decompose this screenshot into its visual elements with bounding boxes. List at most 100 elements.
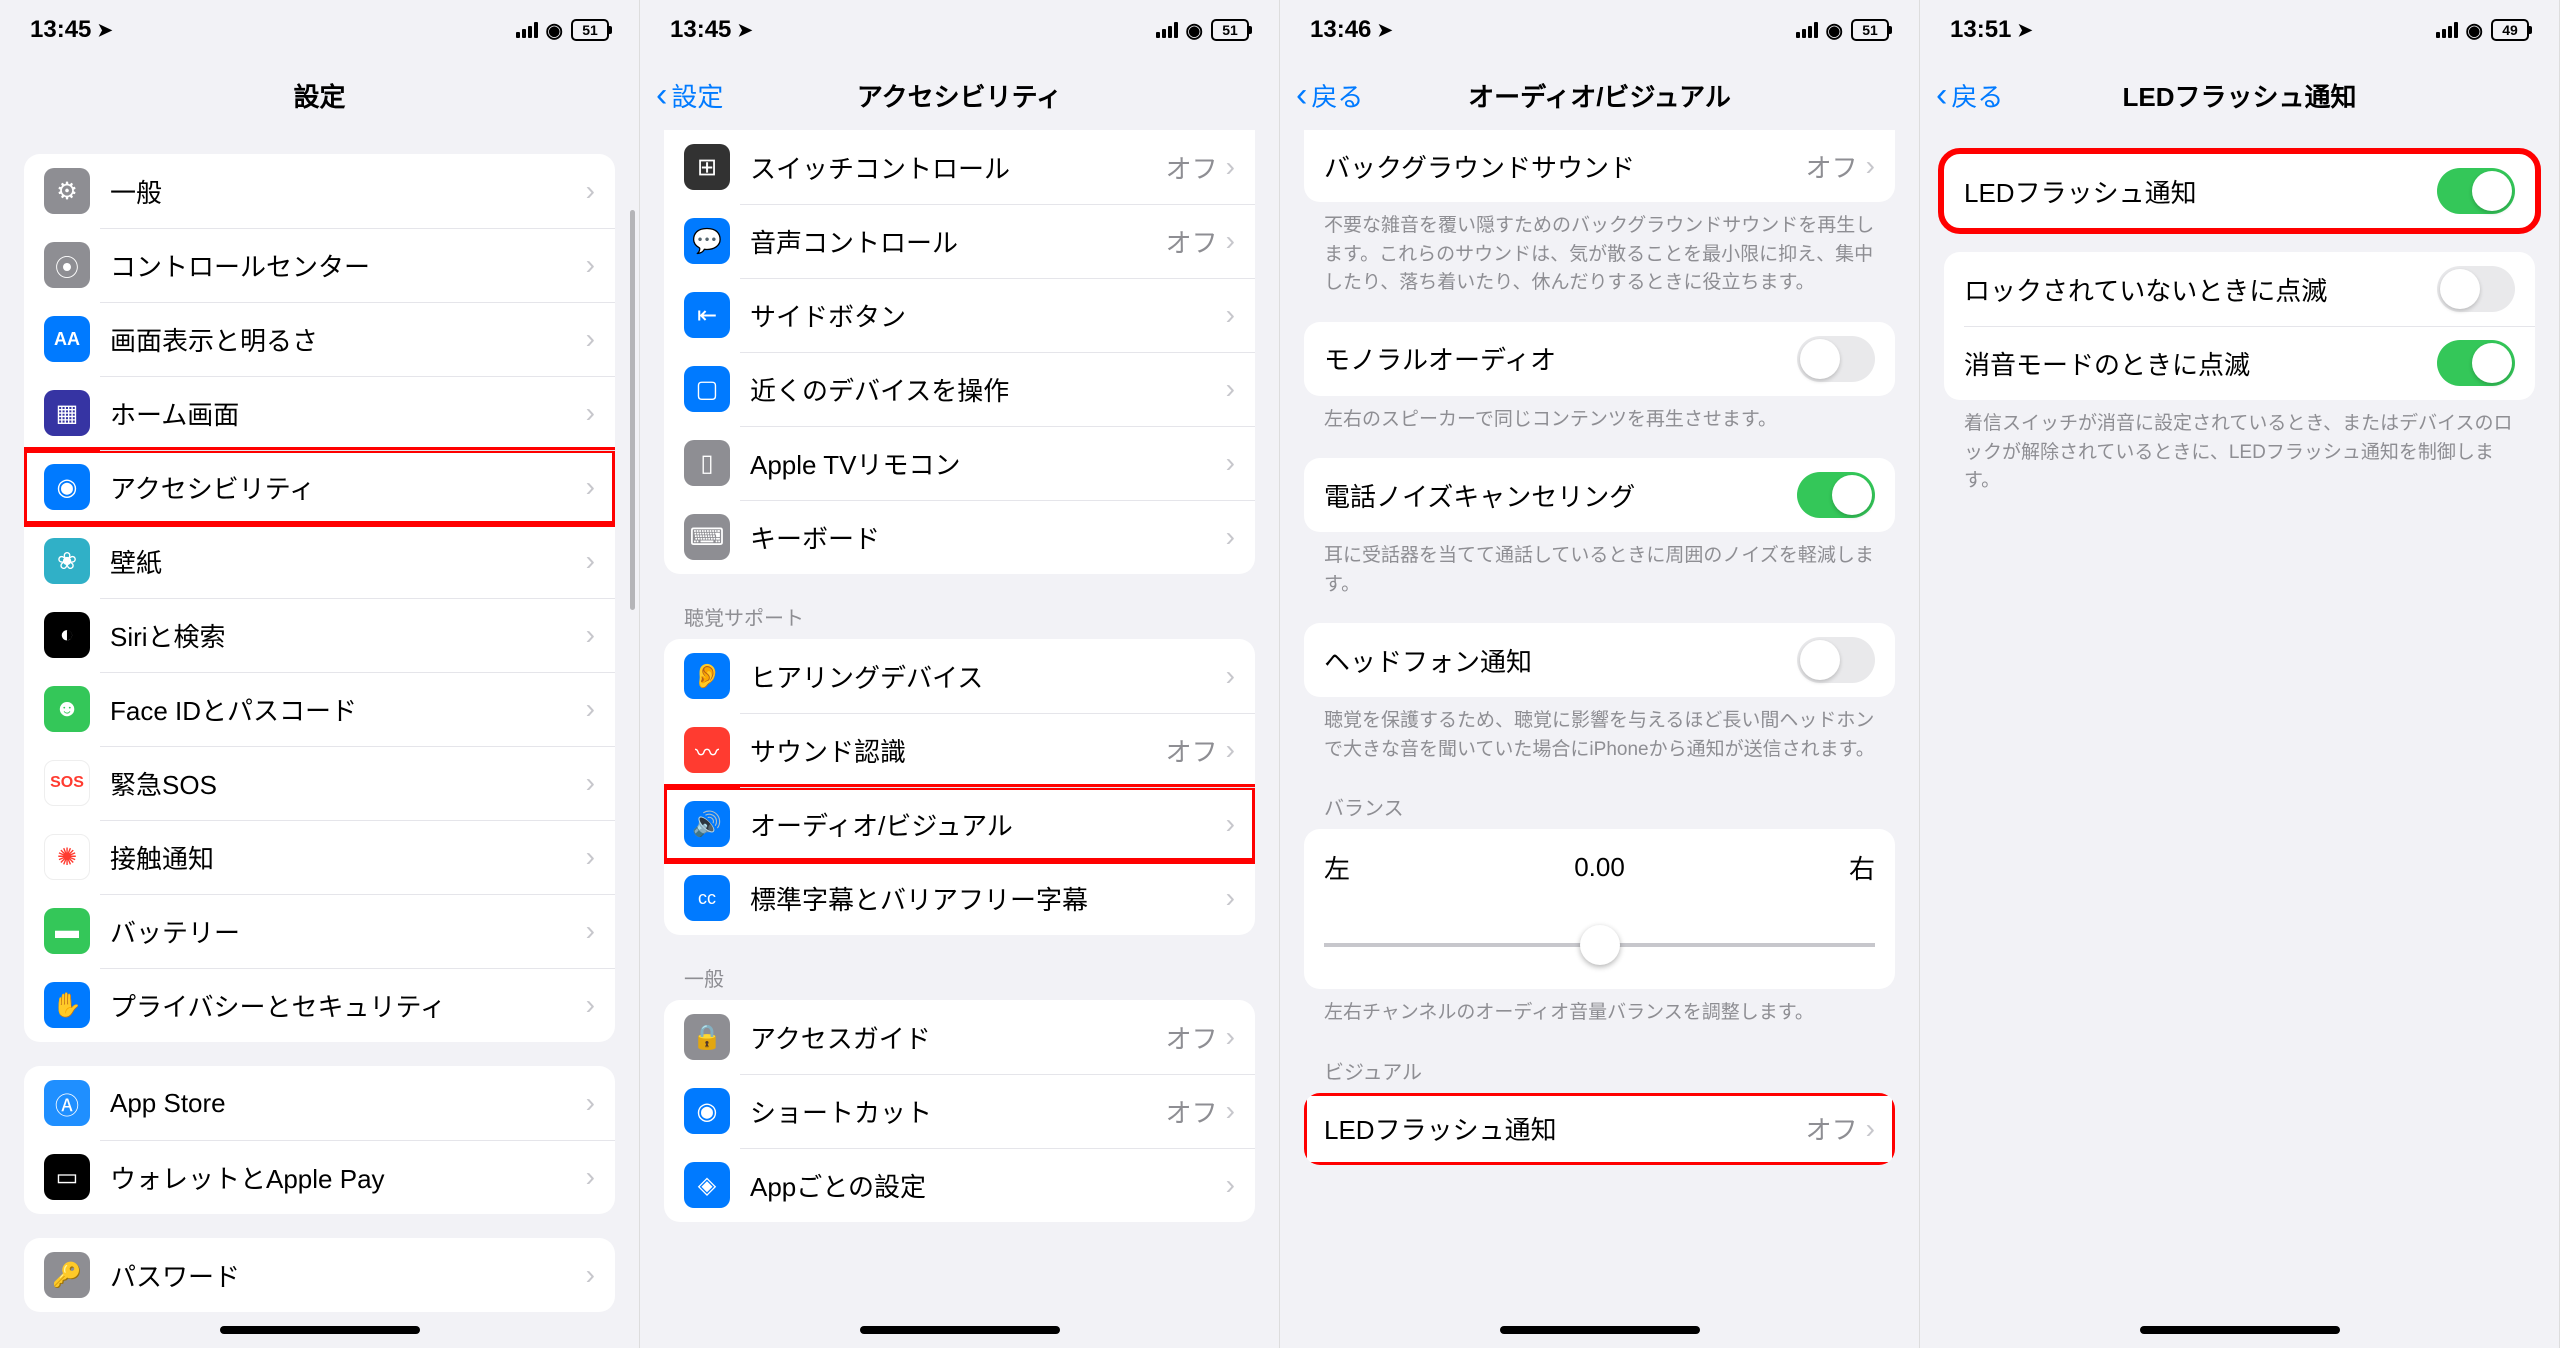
- row-headphone-notif[interactable]: ヘッドフォン通知: [1304, 623, 1895, 697]
- grid-icon: ▦: [44, 390, 90, 436]
- status-bar: 13:51 ➤ ◉ 49: [1920, 0, 2559, 60]
- group-noise-cancel: 電話ノイズキャンセリング: [1304, 458, 1895, 532]
- chevron-left-icon: ‹: [1296, 78, 1307, 112]
- home-indicator[interactable]: [2140, 1326, 2340, 1334]
- nav-bar: ‹ 設定 アクセシビリティ: [640, 60, 1279, 130]
- appstore-icon: Ⓐ: [44, 1080, 90, 1126]
- row-nearby-devices[interactable]: ▢ 近くのデバイスを操作 ›: [664, 352, 1255, 426]
- chevron-right-icon: ›: [1226, 447, 1235, 479]
- group-hearing: 👂 ヒアリングデバイス › 〰 サウンド認識 オフ › 🔊 オーディオ/ビジュア…: [664, 639, 1255, 935]
- group-headphone: ヘッドフォン通知: [1304, 623, 1895, 697]
- balance-slider[interactable]: [1324, 943, 1875, 947]
- row-keyboard[interactable]: ⌨ キーボード ›: [664, 500, 1255, 574]
- chevron-right-icon: ›: [1226, 660, 1235, 692]
- chevron-right-icon: ›: [1866, 1113, 1875, 1145]
- row-hearing-devices[interactable]: 👂 ヒアリングデバイス ›: [664, 639, 1255, 713]
- home-indicator[interactable]: [1500, 1326, 1700, 1334]
- wave-icon: 〰: [684, 727, 730, 773]
- toggle-led-flash[interactable]: [2437, 168, 2515, 214]
- battery-icon: 51: [1211, 19, 1249, 41]
- toggle-mono[interactable]: [1797, 336, 1875, 382]
- status-bar: 13:45 ➤ ◉ 51: [0, 0, 639, 60]
- chevron-right-icon: ›: [586, 915, 595, 947]
- row-wallpaper[interactable]: ❀ 壁紙 ›: [24, 524, 615, 598]
- row-shortcut[interactable]: ◉ ショートカット オフ ›: [664, 1074, 1255, 1148]
- screen-accessibility: 13:45 ➤ ◉ 51 ‹ 設定 アクセシビリティ ⊞ スイッチコントロール …: [640, 0, 1280, 1348]
- wifi-icon: ◉: [1826, 18, 1843, 43]
- row-control-center[interactable]: ⦿ コントロールセンター ›: [24, 228, 615, 302]
- back-button[interactable]: ‹ 戻る: [1296, 77, 1363, 114]
- section-header-balance: バランス: [1304, 764, 1895, 829]
- slider-thumb[interactable]: [1580, 925, 1620, 965]
- audio-visual-content: バックグラウンドサウンド オフ › 不要な雑音を覆い隠すためのバックグラウンドサ…: [1280, 130, 1919, 1348]
- chevron-right-icon: ›: [1226, 373, 1235, 405]
- row-exposure[interactable]: ✺ 接触通知 ›: [24, 820, 615, 894]
- chevron-right-icon: ›: [586, 767, 595, 799]
- row-appletv-remote[interactable]: ▯ Apple TVリモコン ›: [664, 426, 1255, 500]
- row-bg-sounds[interactable]: バックグラウンドサウンド オフ ›: [1304, 130, 1895, 202]
- remote-icon: ▯: [684, 440, 730, 486]
- toggle-flash-silent[interactable]: [2437, 340, 2515, 386]
- settings-content: ⚙ 一般 › ⦿ コントロールセンター › AA 画面表示と明るさ › ▦ ホー…: [0, 130, 639, 1348]
- row-home-screen[interactable]: ▦ ホーム画面 ›: [24, 376, 615, 450]
- battery-icon: 51: [571, 19, 609, 41]
- group-general: 🔒 アクセスガイド オフ › ◉ ショートカット オフ › ◈ Appごとの設定…: [664, 1000, 1255, 1222]
- balance-left-label: 左: [1324, 849, 1350, 886]
- group-led-main: LEDフラッシュ通知: [1944, 154, 2535, 228]
- toggle-headphone[interactable]: [1797, 637, 1875, 683]
- chevron-right-icon: ›: [1226, 299, 1235, 331]
- switch-icon: ⊞: [684, 144, 730, 190]
- group-mono: モノラルオーディオ: [1304, 322, 1895, 396]
- balance-slider-row: 左 0.00 右: [1304, 829, 1895, 931]
- chevron-right-icon: ›: [586, 175, 595, 207]
- chevron-left-icon: ‹: [656, 78, 667, 112]
- toggle-flash-unlocked[interactable]: [2437, 266, 2515, 312]
- chevron-right-icon: ›: [1226, 808, 1235, 840]
- row-wallet[interactable]: ▭ ウォレットとApple Pay ›: [24, 1140, 615, 1214]
- location-icon: ➤: [2017, 20, 2032, 41]
- chevron-right-icon: ›: [586, 1259, 595, 1291]
- row-general[interactable]: ⚙ 一般 ›: [24, 154, 615, 228]
- signal-icon: [2436, 22, 2458, 38]
- group-led-options: ロックされていないときに点滅 消音モードのときに点滅: [1944, 252, 2535, 400]
- row-subtitles[interactable]: cc 標準字幕とバリアフリー字幕 ›: [664, 861, 1255, 935]
- row-led-flash[interactable]: LEDフラッシュ通知 オフ ›: [1304, 1093, 1895, 1165]
- chevron-right-icon: ›: [586, 619, 595, 651]
- display-icon: AA: [44, 316, 90, 362]
- row-voice-control[interactable]: 💬 音声コントロール オフ ›: [664, 204, 1255, 278]
- row-battery[interactable]: ▬ バッテリー ›: [24, 894, 615, 968]
- row-passwords[interactable]: 🔑 パスワード ›: [24, 1238, 615, 1312]
- row-flash-unlocked[interactable]: ロックされていないときに点滅: [1944, 252, 2535, 326]
- row-flash-silent[interactable]: 消音モードのときに点滅: [1944, 326, 2535, 400]
- hand-icon: ✋: [44, 982, 90, 1028]
- home-indicator[interactable]: [860, 1326, 1060, 1334]
- balance-value: 0.00: [1574, 852, 1625, 883]
- key-icon: 🔑: [44, 1252, 90, 1298]
- back-button[interactable]: ‹ 戻る: [1936, 77, 2003, 114]
- row-per-app[interactable]: ◈ Appごとの設定 ›: [664, 1148, 1255, 1222]
- row-display[interactable]: AA 画面表示と明るさ ›: [24, 302, 615, 376]
- screen-settings: 13:45 ➤ ◉ 51 設定 ⚙ 一般 › ⦿ コントロールセンター › AA: [0, 0, 640, 1348]
- row-privacy[interactable]: ✋ プライバシーとセキュリティ ›: [24, 968, 615, 1042]
- row-guided-access[interactable]: 🔒 アクセスガイド オフ ›: [664, 1000, 1255, 1074]
- row-led-flash-toggle[interactable]: LEDフラッシュ通知: [1944, 154, 2535, 228]
- row-mono-audio[interactable]: モノラルオーディオ: [1304, 322, 1895, 396]
- toggle-noise-cancel[interactable]: [1797, 472, 1875, 518]
- back-button[interactable]: ‹ 設定: [656, 77, 723, 114]
- row-sos[interactable]: SOS 緊急SOS ›: [24, 746, 615, 820]
- footer-mono: 左右のスピーカーで同じコンテンツを再生させます。: [1304, 396, 1895, 435]
- row-appstore[interactable]: Ⓐ App Store ›: [24, 1066, 615, 1140]
- chevron-right-icon: ›: [1226, 1021, 1235, 1053]
- lock-icon: 🔒: [684, 1014, 730, 1060]
- row-sound-recognition[interactable]: 〰 サウンド認識 オフ ›: [664, 713, 1255, 787]
- row-switch-control[interactable]: ⊞ スイッチコントロール オフ ›: [664, 130, 1255, 204]
- home-indicator[interactable]: [220, 1326, 420, 1334]
- scrollbar[interactable]: [630, 210, 635, 610]
- row-siri[interactable]: ◐ Siriと検索 ›: [24, 598, 615, 672]
- settings-group-main: ⚙ 一般 › ⦿ コントロールセンター › AA 画面表示と明るさ › ▦ ホー…: [24, 154, 615, 1042]
- row-faceid[interactable]: ☻ Face IDとパスコード ›: [24, 672, 615, 746]
- row-noise-cancel[interactable]: 電話ノイズキャンセリング: [1304, 458, 1895, 532]
- row-audio-visual[interactable]: 🔊 オーディオ/ビジュアル ›: [664, 787, 1255, 861]
- row-side-button[interactable]: ⇤ サイドボタン ›: [664, 278, 1255, 352]
- row-accessibility[interactable]: ◉ アクセシビリティ ›: [24, 450, 615, 524]
